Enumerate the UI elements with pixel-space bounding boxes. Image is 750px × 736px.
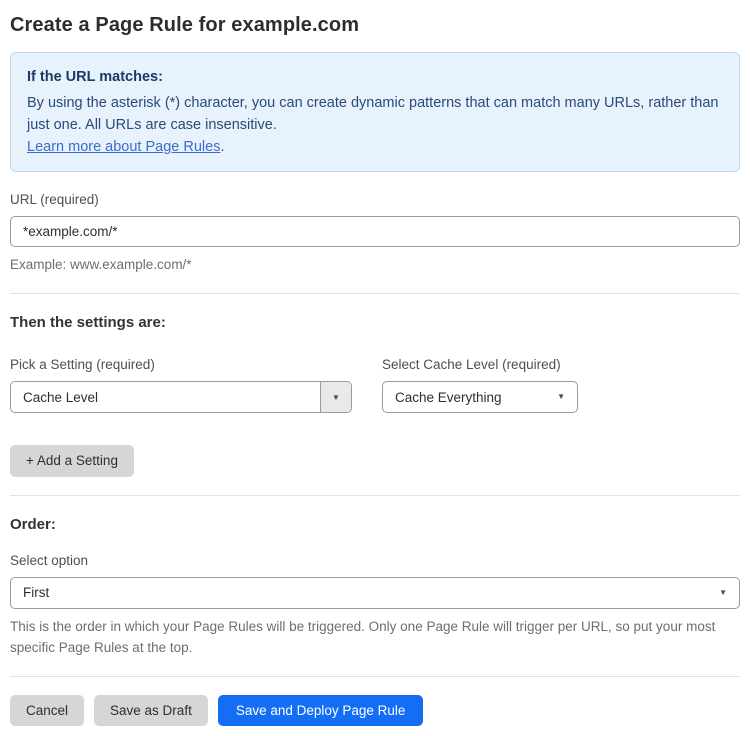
cache-level-column: Select Cache Level (required) Cache Ever… bbox=[382, 335, 578, 413]
settings-row: Pick a Setting (required) Cache Level ▼ … bbox=[10, 335, 740, 413]
chevron-down-icon: ▼ bbox=[557, 392, 565, 401]
save-as-draft-button[interactable]: Save as Draft bbox=[94, 694, 208, 726]
page-rule-form: Create a Page Rule for example.com If th… bbox=[0, 0, 750, 736]
form-actions: Cancel Save as Draft Save and Deploy Pag… bbox=[10, 694, 740, 726]
order-section-heading: Order: bbox=[10, 515, 56, 533]
save-and-deploy-button[interactable]: Save and Deploy Page Rule bbox=[217, 694, 424, 726]
chevron-down-icon: ▼ bbox=[719, 587, 727, 597]
divider bbox=[10, 293, 740, 294]
chevron-down-icon[interactable]: ▼ bbox=[320, 382, 351, 412]
link-period: . bbox=[220, 139, 225, 155]
pick-setting-column: Pick a Setting (required) Cache Level ▼ bbox=[10, 335, 352, 413]
learn-more-link[interactable]: Learn more about Page Rules bbox=[27, 139, 220, 155]
settings-section-heading: Then the settings are: bbox=[10, 314, 166, 331]
page-title: Create a Page Rule for example.com bbox=[10, 14, 360, 36]
add-setting-button[interactable]: + Add a Setting bbox=[10, 445, 134, 477]
cancel-button[interactable]: Cancel bbox=[10, 694, 85, 726]
order-select-label: Select option bbox=[10, 552, 89, 568]
order-select-value: First bbox=[23, 585, 50, 600]
cache-level-dropdown[interactable]: Cache Everything ▼ bbox=[382, 381, 578, 413]
url-match-info-box: If the URL matches: By using the asteris… bbox=[10, 52, 740, 172]
pick-setting-dropdown[interactable]: Cache Level ▼ bbox=[10, 381, 352, 413]
cache-level-value: Cache Everything bbox=[395, 389, 502, 405]
info-box-body: By using the asterisk (*) character, you… bbox=[27, 95, 719, 133]
info-box-link-line: Learn more about Page Rules. bbox=[27, 136, 723, 158]
order-help-text: This is the order in which your Page Rul… bbox=[10, 618, 716, 655]
url-input[interactable] bbox=[10, 216, 740, 247]
info-box-heading: If the URL matches: bbox=[27, 69, 163, 85]
divider bbox=[10, 494, 740, 496]
pick-setting-label: Pick a Setting (required) bbox=[10, 357, 155, 372]
cache-level-label: Select Cache Level (required) bbox=[382, 357, 561, 372]
pick-setting-value: Cache Level bbox=[23, 389, 99, 405]
order-select-dropdown[interactable]: First ▼ bbox=[10, 576, 740, 609]
divider bbox=[10, 675, 740, 677]
url-example-help: Example: www.example.com/* bbox=[10, 257, 192, 272]
url-field-label: URL (required) bbox=[10, 192, 99, 207]
